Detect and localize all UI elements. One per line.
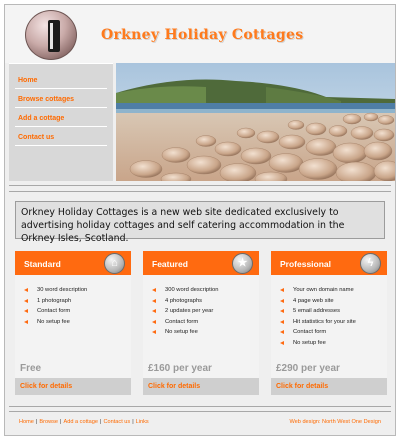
feature-list: 300 word description 4 photographs 2 upd… xyxy=(143,275,259,340)
star-icon: ★ xyxy=(232,253,253,274)
house-icon: ⌂ xyxy=(104,253,125,274)
lightning-icon: ϟ xyxy=(360,253,381,274)
divider xyxy=(9,406,391,407)
footer-nav: Home | Browse | Add a cottage | Contact us | Lin… xyxy=(19,419,149,425)
feature-item: 30 word description xyxy=(23,287,131,298)
plan-price: £160 per year xyxy=(148,363,212,374)
footer-link-add-cottage[interactable]: Add a cottage xyxy=(63,419,98,425)
plan-card-standard: Standard ⌂ 30 word description 1 photogr… xyxy=(15,251,131,395)
feature-item: 4 page web site xyxy=(279,298,387,309)
divider xyxy=(9,185,391,186)
plan-price: £290 per year xyxy=(276,363,340,374)
cottage-door-logo[interactable] xyxy=(25,10,77,60)
nav-item-browse-cottages[interactable]: Browse cottages xyxy=(15,89,107,108)
plan-card-featured: Featured ★ 300 word description 4 photog… xyxy=(143,251,259,395)
feature-item: 300 word description xyxy=(151,287,259,298)
nav-item-contact-us[interactable]: Contact us xyxy=(15,127,107,146)
plan-header: Featured ★ xyxy=(143,251,259,275)
plan-name: Featured xyxy=(152,259,188,269)
feature-item: 2 updates per year xyxy=(151,308,259,319)
main-nav: Home Browse cottages Add a cottage Conta… xyxy=(9,63,113,181)
plan-price: Free xyxy=(20,363,42,374)
plan-header: Standard ⌂ xyxy=(15,251,131,275)
design-credit-link[interactable]: Web design: North West One Design xyxy=(289,419,381,425)
plan-name: Standard xyxy=(24,259,61,269)
nav-item-add-cottage[interactable]: Add a cottage xyxy=(15,108,107,127)
plan-details-link[interactable]: Click for details xyxy=(271,378,387,395)
plan-details-link[interactable]: Click for details xyxy=(143,378,259,395)
feature-item: Hit statistics for your site xyxy=(279,319,387,330)
site-header: Orkney Holiday Cottages xyxy=(5,5,395,63)
feature-item: No setup fee xyxy=(279,340,387,351)
feature-item: Contact form xyxy=(151,319,259,330)
page-container: Orkney Holiday Cottages Home Browse cott… xyxy=(4,4,396,436)
plan-name: Professional xyxy=(280,259,332,269)
feature-item: 4 photographs xyxy=(151,298,259,309)
feature-list: 30 word description 1 photograph Contact… xyxy=(15,275,131,329)
plan-body: 30 word description 1 photograph Contact… xyxy=(15,275,131,395)
plan-body: 300 word description 4 photographs 2 upd… xyxy=(143,275,259,395)
feature-item: No setup fee xyxy=(23,319,131,330)
footer-link-home[interactable]: Home xyxy=(19,419,34,425)
plan-header: Professional ϟ xyxy=(271,251,387,275)
feature-list: Your own domain name 4 page web site 5 e… xyxy=(271,275,387,350)
plan-details-link[interactable]: Click for details xyxy=(15,378,131,395)
feature-item: Contact form xyxy=(279,329,387,340)
feature-item: Your own domain name xyxy=(279,287,387,298)
feature-item: 5 email addresses xyxy=(279,308,387,319)
footer-link-browse[interactable]: Browse xyxy=(39,419,58,425)
nav-item-home[interactable]: Home xyxy=(15,70,107,89)
footer-link-contact-us[interactable]: Contact us xyxy=(103,419,130,425)
plan-card-professional: Professional ϟ Your own domain name 4 pa… xyxy=(271,251,387,395)
divider xyxy=(9,191,391,192)
feature-item: 1 photograph xyxy=(23,298,131,309)
hero-beach-photo xyxy=(116,63,395,181)
feature-item: No setup fee xyxy=(151,329,259,340)
divider xyxy=(9,411,391,412)
intro-text: Orkney Holiday Cottages is a new web sit… xyxy=(15,201,385,244)
footer-link-links[interactable]: Links xyxy=(136,419,149,425)
feature-item: Contact form xyxy=(23,308,131,319)
plan-body: Your own domain name 4 page web site 5 e… xyxy=(271,275,387,395)
site-title: Orkney Holiday Cottages xyxy=(101,27,304,43)
